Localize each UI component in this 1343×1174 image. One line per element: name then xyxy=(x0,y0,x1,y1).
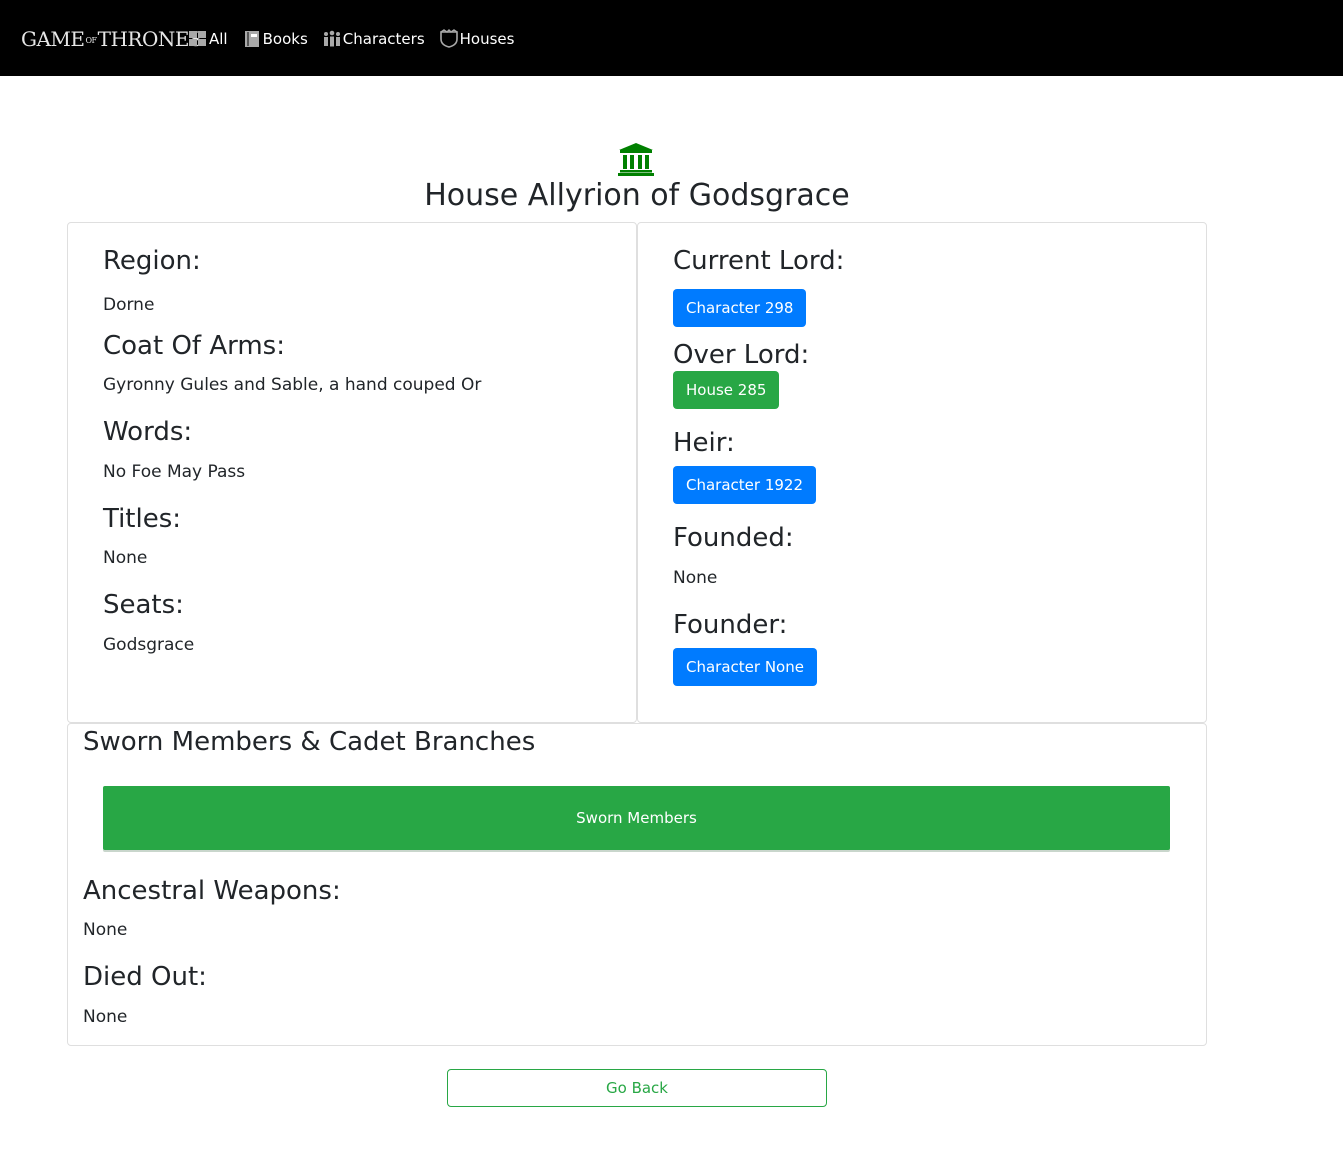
died-out-value: None xyxy=(83,1007,128,1027)
nav-link-label: Characters xyxy=(342,30,425,48)
nav-link-characters[interactable]: Characters xyxy=(322,29,425,49)
coat-of-arms-value: Gyronny Gules and Sable, a hand couped O… xyxy=(103,375,482,395)
nav-link-books[interactable]: Books xyxy=(242,29,308,49)
nav-link-label: Books xyxy=(262,30,308,48)
region-label: Region: xyxy=(103,246,201,276)
words-label: Words: xyxy=(103,417,193,447)
people-icon xyxy=(323,30,340,47)
nav-link-houses[interactable]: Houses xyxy=(439,29,515,49)
shield-icon xyxy=(439,29,458,48)
book-icon xyxy=(244,31,259,47)
ancestral-weapons-label: Ancestral Weapons: xyxy=(83,876,341,906)
institution-icon xyxy=(618,143,654,176)
nav-link-label: All xyxy=(209,30,228,48)
words-value: No Foe May Pass xyxy=(103,462,246,482)
nav-links: All Books Characters Houses xyxy=(188,27,528,51)
region-value: Dorne xyxy=(103,295,155,315)
grid-icon xyxy=(189,31,206,46)
nav-link-label: Houses xyxy=(459,30,515,48)
founded-value: None xyxy=(673,568,718,588)
current-lord-label: Current Lord: xyxy=(673,246,845,276)
founder-label: Founder: xyxy=(673,610,788,640)
died-out-label: Died Out: xyxy=(83,962,207,992)
nav-link-all[interactable]: All xyxy=(188,29,228,49)
current-lord-button[interactable]: Character 298 xyxy=(673,289,807,327)
heir-label: Heir: xyxy=(673,428,735,458)
sworn-members-button[interactable]: Sworn Members xyxy=(103,786,1170,850)
logo-text-thrones: THRONES xyxy=(97,27,203,51)
logo-text-game: GAME xyxy=(21,27,85,51)
titles-value: None xyxy=(103,548,148,568)
founded-label: Founded: xyxy=(673,523,794,553)
seats-label: Seats: xyxy=(103,590,184,620)
coat-of-arms-label: Coat Of Arms: xyxy=(103,331,285,361)
logo-text-of: OF xyxy=(85,35,98,45)
top-navbar: GAMEOFTHRONES All Books Characters House… xyxy=(0,0,1343,76)
over-lord-button[interactable]: House 285 xyxy=(673,371,780,409)
founder-button[interactable]: Character None xyxy=(673,648,817,686)
ancestral-weapons-value: None xyxy=(83,920,128,940)
over-lord-label: Over Lord: xyxy=(673,340,810,370)
heir-button[interactable]: Character 1922 xyxy=(673,466,816,504)
titles-label: Titles: xyxy=(103,504,182,534)
sworn-members-title: Sworn Members & Cadet Branches xyxy=(83,727,536,757)
game-of-thrones-logo[interactable]: GAMEOFTHRONES xyxy=(21,26,203,52)
go-back-button[interactable]: Go Back xyxy=(447,1069,827,1107)
page-title: House Allyrion of Godsgrace xyxy=(424,178,850,213)
seats-value: Godsgrace xyxy=(103,635,195,655)
